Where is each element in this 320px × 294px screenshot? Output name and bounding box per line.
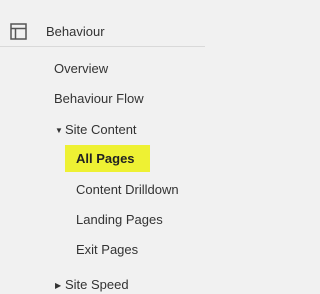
- nav-item-all-pages[interactable]: All Pages: [65, 145, 150, 172]
- caret-right-icon: ▶: [55, 281, 62, 290]
- nav-item-behaviour-flow[interactable]: Behaviour Flow: [54, 90, 144, 107]
- nav-item-site-speed[interactable]: ▶ Site Speed: [55, 276, 129, 294]
- nav-item-content-drilldown[interactable]: Content Drilldown: [76, 181, 179, 198]
- all-pages-label: All Pages: [76, 151, 135, 166]
- nav-item-exit-pages[interactable]: Exit Pages: [76, 241, 138, 258]
- site-content-label: Site Content: [65, 122, 137, 137]
- nav-item-site-content[interactable]: ▼ Site Content: [55, 121, 137, 139]
- caret-down-icon: ▼: [55, 126, 63, 135]
- behaviour-section-label: Behaviour: [46, 24, 105, 39]
- behaviour-icon: [10, 23, 27, 40]
- nav-item-overview[interactable]: Overview: [54, 60, 108, 77]
- site-speed-label: Site Speed: [65, 277, 129, 292]
- nav-item-landing-pages[interactable]: Landing Pages: [76, 211, 163, 228]
- section-divider: [0, 46, 205, 47]
